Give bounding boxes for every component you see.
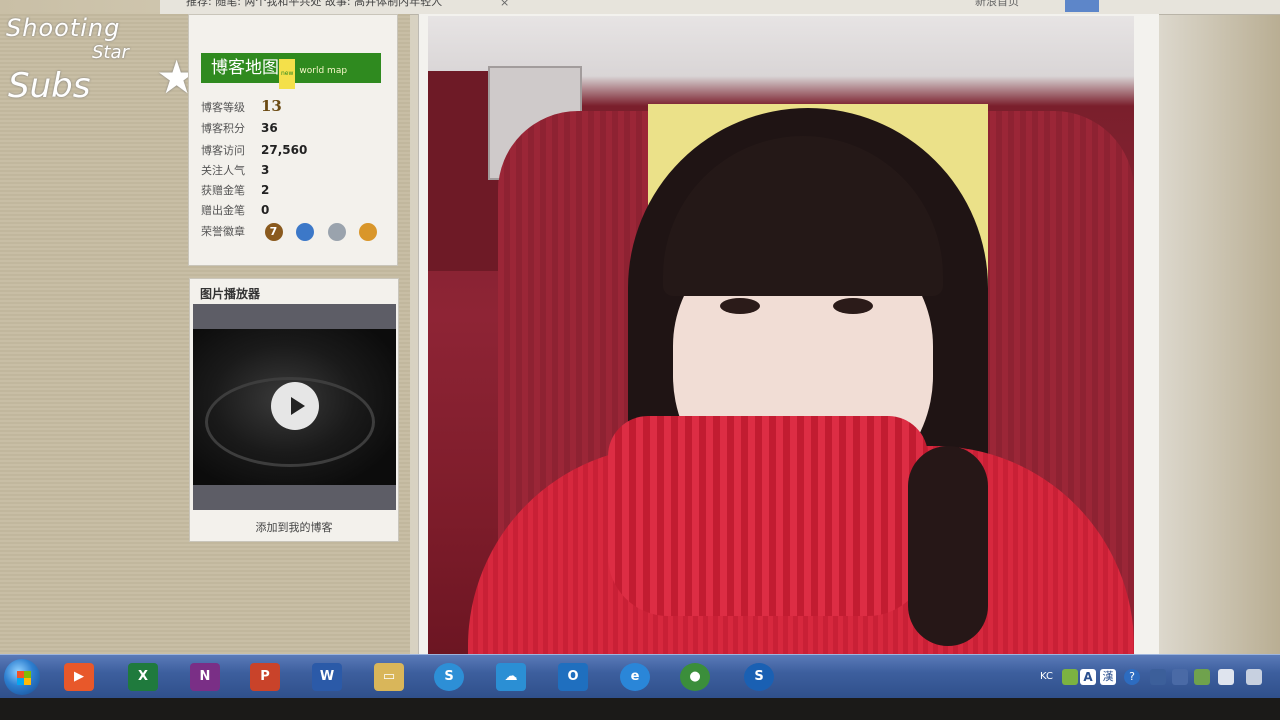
player-title: 图片播放器 (200, 287, 261, 301)
top-blue-button[interactable] (1065, 0, 1099, 12)
camera-icon[interactable] (296, 223, 314, 241)
sina-home-link[interactable]: 新浪首页 (975, 0, 1019, 8)
stat-blog-points: 博客积分 36 (201, 119, 278, 137)
pen-icon[interactable] (359, 223, 377, 241)
language-indicator[interactable]: KC (1040, 671, 1053, 682)
blog-map-button[interactable]: 博客地图 new world map (201, 53, 381, 89)
outlook-icon[interactable]: O (558, 663, 588, 691)
volume-icon[interactable] (1246, 669, 1262, 685)
clipboard-icon[interactable] (1218, 669, 1234, 685)
baidu-cloud-icon[interactable]: ☁ (496, 663, 526, 691)
recommend-news-link[interactable]: 推荐: 随笔: 两个我和平共处 故事: 高井体制内年轻人 (186, 0, 442, 8)
stat-label: 关注人气 (201, 164, 245, 177)
stat-pens-received: 获赠金笔 2 (201, 181, 269, 199)
blog-info-panel: 博客地图 new world map 博客等级 13 博客积分 36 博客访问 27,56… (188, 14, 398, 266)
lock-icon[interactable] (327, 223, 346, 241)
stat-label: 荣誉徽章 (201, 225, 245, 238)
new-tag: new (279, 59, 296, 89)
stat-followers: 关注人气 3 (201, 161, 269, 179)
player-video[interactable] (193, 304, 396, 510)
ime-a-icon[interactable]: A (1080, 669, 1096, 685)
stat-label: 获赠金笔 (201, 184, 245, 197)
stat-value: 27,560 (261, 143, 308, 157)
windows-logo-icon (17, 671, 31, 685)
stat-pens-given: 赠出金笔 0 (201, 201, 269, 219)
monitor-screen: 推荐: 随笔: 两个我和平共处 故事: 高井体制内年轻人 × 新浪首页 Shoo… (0, 0, 1280, 720)
onenote-icon[interactable]: N (190, 663, 220, 691)
stat-blog-level: 博客等级 13 (201, 97, 282, 115)
excel-icon[interactable]: X (128, 663, 158, 691)
close-news-icon[interactable]: × (500, 0, 509, 9)
stat-honor-badges: 荣誉徽章 7 (201, 223, 387, 241)
ime-han-icon[interactable]: 漢 (1100, 669, 1116, 685)
media-player-icon[interactable]: ▶ (64, 663, 94, 691)
stat-value: 13 (261, 97, 282, 115)
settings-icon[interactable] (1172, 669, 1188, 685)
left-eye (720, 298, 760, 314)
world-map-label: world map (299, 66, 348, 76)
sogou-icon[interactable]: S (434, 663, 464, 691)
turtleneck-collar (608, 416, 928, 616)
word-icon[interactable]: W (312, 663, 342, 691)
sogou-browser-icon[interactable]: S (744, 663, 774, 691)
help-icon[interactable]: ? (1124, 669, 1140, 685)
watermark-line2: Star (92, 42, 129, 63)
stat-label: 博客等级 (201, 101, 245, 114)
watermark-line1: Shooting (6, 14, 121, 42)
stat-value: 2 (261, 183, 270, 197)
pen-tray-icon[interactable] (1194, 669, 1210, 685)
stat-label: 博客访问 (201, 144, 245, 157)
windows-taskbar: ▶ X N P W ▭ S ☁ O e ● S KC A 漢 ? (0, 654, 1280, 699)
powerpoint-icon[interactable]: P (250, 663, 280, 691)
picture-player-panel: 图片播放器 添加到我的博客 (189, 278, 399, 542)
right-eye (833, 298, 873, 314)
stat-label: 博客积分 (201, 122, 245, 135)
shooting-star-subs-watermark: Shooting Star Subs ★ (6, 14, 197, 124)
add-to-my-blog-link[interactable]: 添加到我的博客 (190, 519, 398, 535)
browser-top-strip: 推荐: 随笔: 两个我和平共处 故事: 高井体制内年轻人 × 新浪首页 (160, 0, 1280, 15)
stat-value: 0 (261, 203, 270, 217)
chrome-icon[interactable]: ● (680, 663, 710, 691)
watermark-line3: Subs (8, 66, 91, 106)
file-explorer-icon[interactable]: ▭ (374, 663, 404, 691)
play-icon[interactable] (271, 382, 319, 430)
stat-label: 赠出金笔 (201, 204, 245, 217)
start-button[interactable] (4, 659, 40, 695)
stat-value: 3 (261, 163, 270, 177)
medal-7-icon[interactable]: 7 (264, 223, 283, 241)
monitor-bezel (0, 698, 1280, 720)
blog-map-label: 博客地图 (211, 58, 279, 78)
braid (908, 446, 988, 646)
ime-icon[interactable] (1062, 669, 1078, 685)
selfie-photo (428, 16, 1134, 662)
stat-value: 36 (261, 121, 278, 135)
internet-explorer-icon[interactable]: e (620, 663, 650, 691)
stat-blog-visits: 博客访问 27,560 (201, 141, 307, 159)
network-icon[interactable] (1150, 669, 1166, 685)
